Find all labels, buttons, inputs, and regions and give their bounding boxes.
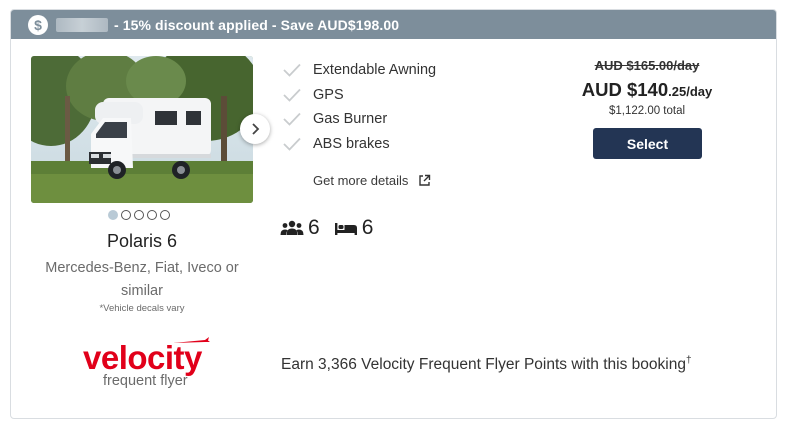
feature-list: Extendable Awning GPS Gas Burner ABS bra…: [282, 58, 436, 156]
velocity-logo-word: velocity: [83, 339, 202, 376]
gallery-dot[interactable]: [134, 210, 144, 220]
earn-label: Earn 3,366 Velocity Frequent Flyer Point…: [281, 356, 686, 374]
points-earn-text: Earn 3,366 Velocity Frequent Flyer Point…: [281, 355, 692, 374]
check-icon: [283, 137, 301, 151]
redacted-text: [56, 17, 108, 32]
feature-label: GPS: [313, 86, 344, 103]
velocity-logo: velocity frequent flyer: [81, 336, 221, 392]
velocity-logo-sub: frequent flyer: [103, 373, 188, 389]
feature-label: Extendable Awning: [313, 62, 437, 79]
discount-banner: $ - 15% discount applied - Save AUD$198.…: [11, 10, 776, 39]
external-link-icon: [419, 174, 431, 186]
gallery-dots: [108, 210, 170, 220]
people-icon: [280, 220, 304, 235]
check-icon: [283, 88, 301, 102]
vehicle-photo[interactable]: [31, 56, 253, 203]
price-cents: .25/day: [668, 84, 713, 99]
price-main: AUD $140: [581, 79, 669, 100]
campervan-image: [31, 56, 253, 203]
feature-label: ABS brakes: [313, 135, 390, 152]
capacity-info: 6 6: [280, 216, 387, 240]
vehicle-name: Polaris 6: [106, 231, 178, 251]
total-price: $1,122.00 total: [608, 105, 686, 117]
gallery-dot[interactable]: [121, 210, 131, 220]
gallery-next-button[interactable]: [240, 114, 270, 144]
gallery-dot[interactable]: [108, 210, 118, 220]
chevron-right-icon: [252, 123, 260, 135]
bed-icon: [334, 223, 357, 235]
discount-text: - 15% discount applied - Save AUD$198.00: [114, 16, 400, 33]
select-button[interactable]: Select: [593, 128, 702, 159]
check-icon: [283, 64, 301, 78]
dollar-icon: $: [28, 14, 48, 35]
feature-item: GPS: [282, 83, 436, 108]
feature-item: Gas Burner: [282, 107, 436, 132]
get-more-details-link[interactable]: Get more details: [313, 173, 431, 188]
original-price: AUD $165.00/day: [594, 58, 700, 73]
gallery-dot[interactable]: [160, 210, 170, 220]
vehicle-card: $ - 15% discount applied - Save AUD$198.…: [10, 9, 777, 419]
check-icon: [283, 113, 301, 127]
discounted-price: AUD $140.25/day: [571, 79, 723, 101]
dagger-mark: †: [685, 355, 692, 366]
feature-item: ABS brakes: [282, 132, 436, 157]
feature-item: Extendable Awning: [282, 58, 436, 83]
gallery-dot[interactable]: [147, 210, 157, 220]
decals-note: *Vehicle decals vary: [99, 303, 185, 314]
berth-count: 6: [361, 216, 374, 239]
details-label: Get more details: [313, 173, 409, 188]
passenger-count: 6: [308, 216, 320, 239]
vehicle-models: Mercedes-Benz, Fiat, Iveco or similar: [45, 260, 239, 299]
feature-label: Gas Burner: [313, 111, 388, 128]
